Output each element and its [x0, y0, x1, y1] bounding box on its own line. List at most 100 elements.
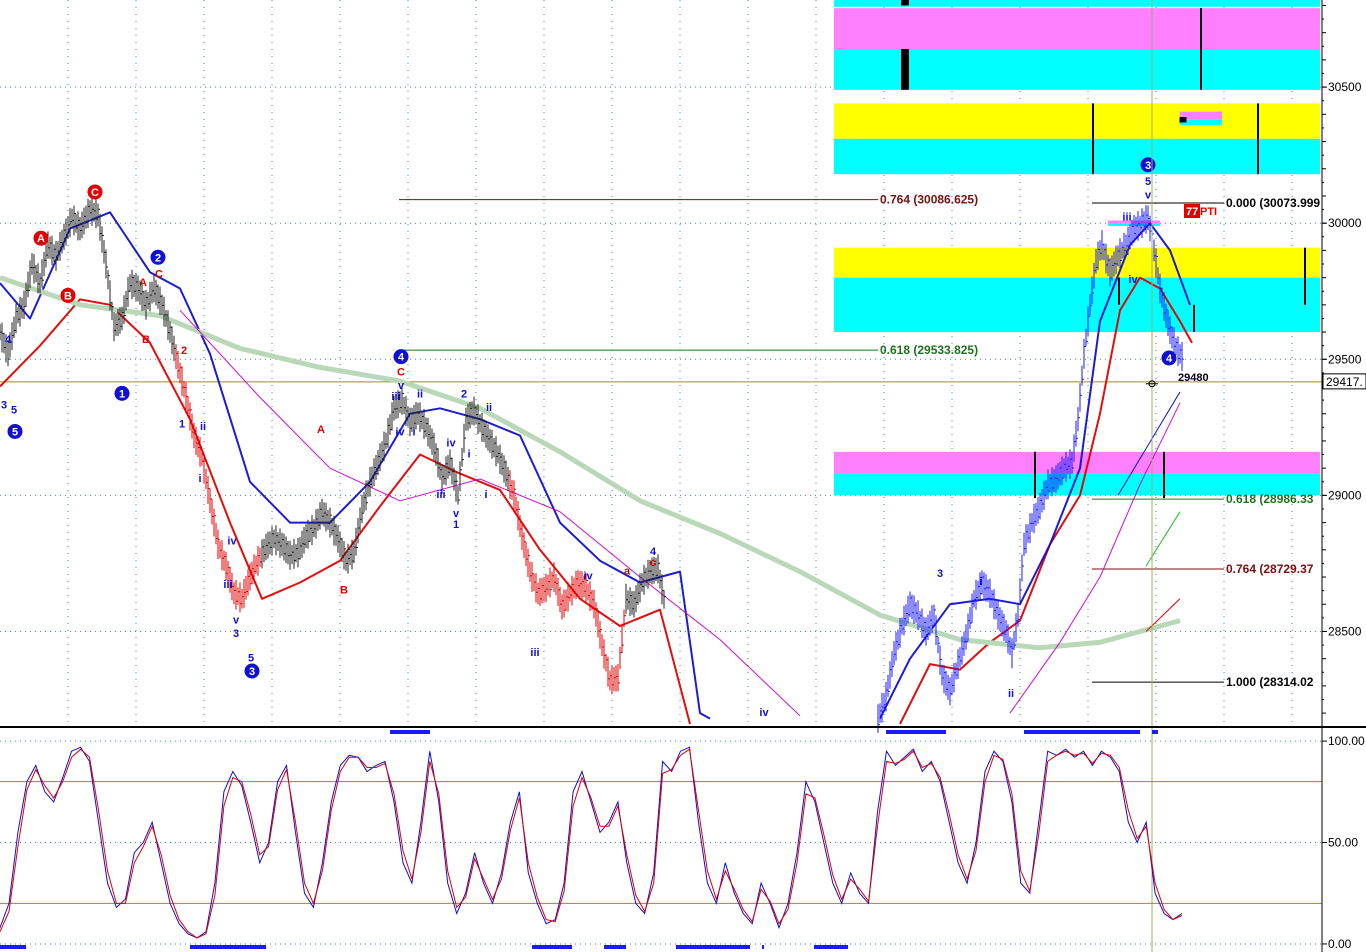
wave-label: B — [64, 290, 72, 302]
wave-label: iv — [227, 535, 237, 547]
annotation: 77 — [1186, 206, 1198, 218]
wave-label: 5 — [248, 652, 254, 664]
wave-label: B — [142, 334, 150, 346]
zone-mark — [1179, 117, 1187, 123]
price-axis-label: 30000 — [1328, 216, 1362, 230]
wave-label: 4 — [1166, 353, 1173, 365]
price-zone — [834, 138, 1320, 175]
wave-label: iv — [446, 437, 456, 449]
wave-label: 1 — [453, 519, 459, 531]
wave-label: 3 — [1145, 160, 1151, 172]
wave-label: ii — [1008, 688, 1014, 700]
fib-label: 0.618 (29533.825) — [880, 343, 978, 357]
price-y-axis[interactable]: 30500 30000 29500 29000 28500 29417. — [1322, 0, 1366, 724]
current-value-label: 29417. — [1326, 375, 1363, 389]
price-zone — [834, 103, 1320, 139]
wave-label: i — [467, 448, 470, 460]
marker-segment — [532, 945, 572, 949]
wave-label: v — [233, 614, 240, 626]
oscillator-panel[interactable]: 100.00 50.00 0.00 — [0, 734, 1365, 951]
wave-label: iii — [530, 647, 539, 659]
wave-label: i — [198, 473, 201, 485]
wave-label: c — [650, 557, 656, 569]
marker-segment — [814, 945, 848, 949]
marker-segment — [676, 945, 750, 949]
marker-segment — [190, 945, 266, 949]
wave-label: iii — [1122, 211, 1131, 223]
fib-label: 0.618 (28986.33 — [1226, 492, 1314, 506]
fib-label: 1.000 (28314.02 — [1226, 675, 1314, 689]
wave-label: 1 — [119, 388, 125, 400]
wave-label: 5 — [1145, 176, 1151, 188]
wave-label: iv — [395, 426, 405, 438]
marker-segment — [1152, 730, 1158, 734]
oscillator-line — [0, 748, 1183, 939]
oscillator-axis-label: 0.00 — [1328, 937, 1352, 951]
wave-label: i — [979, 576, 982, 588]
wave-label: a — [624, 565, 631, 577]
wave-label: A — [37, 233, 45, 245]
price-zone — [834, 8, 1320, 49]
wave-label: iv — [759, 707, 769, 719]
zone-mark — [901, 0, 909, 6]
bottom-markers — [0, 730, 1158, 949]
wave-label: 1 — [179, 418, 185, 430]
fib-label: 0.000 (30073.999 — [1226, 196, 1320, 210]
wave-label: 3 — [233, 628, 239, 640]
wave-label: A — [317, 424, 325, 436]
zone-mark — [901, 48, 909, 90]
marker-segment — [390, 730, 430, 734]
wave-label: ii — [486, 402, 492, 414]
wave-label: C — [397, 367, 405, 379]
marker-segment — [762, 945, 764, 949]
oscillator-axis-label: 100.00 — [1328, 734, 1365, 748]
wave-label: 5 — [12, 426, 18, 438]
price-axis-label: 28500 — [1328, 624, 1362, 638]
wave-label: C — [155, 269, 163, 281]
fib-label: 0.764 (30086.625) — [880, 193, 978, 207]
wave-label: i — [412, 426, 415, 438]
zone-mark — [1034, 451, 1036, 499]
zone-mark — [1118, 277, 1120, 305]
annotation: 29480 — [1178, 372, 1209, 384]
marker-segment — [0, 945, 26, 949]
oscillator-series — [0, 746, 1183, 939]
wave-label: ii — [200, 421, 206, 433]
wave-label: iii — [436, 489, 445, 501]
marker-segment — [1024, 730, 1140, 734]
marker-segment — [886, 730, 946, 734]
wave-label: A — [139, 277, 147, 289]
price-zone — [834, 277, 1320, 333]
fib-label: 0.764 (28729.37 — [1226, 562, 1314, 576]
price-zone — [834, 247, 1320, 278]
chart-canvas[interactable]: 0.764 (30086.625) 0.618 (29533.825) 0.000 … — [0, 0, 1366, 952]
wave-label: 2 — [461, 388, 467, 400]
wave-label: 5 — [11, 405, 17, 417]
wave-label: B — [340, 584, 348, 596]
wave-label: 3 — [249, 666, 255, 678]
wave-label: 2 — [155, 252, 161, 264]
wave-label: 3 — [937, 568, 943, 580]
oscillator-axis-label: 50.00 — [1328, 836, 1358, 850]
wave-label: ii — [417, 388, 423, 400]
wave-label: 4 — [5, 334, 12, 346]
zone-mark — [1304, 247, 1306, 305]
oscillator-y-axis[interactable]: 100.00 50.00 0.00 — [1322, 734, 1365, 951]
price-axis-label: 29000 — [1328, 488, 1362, 502]
price-panel[interactable]: 0.764 (30086.625) 0.618 (29533.825) 0.000 … — [0, 0, 1366, 952]
wave-label: 4 — [398, 352, 405, 364]
price-axis-label: 30500 — [1328, 80, 1362, 94]
zone-mark — [1163, 451, 1165, 499]
annotation: PTI — [1200, 206, 1217, 218]
zone-mark — [1257, 103, 1259, 175]
oscillator-line — [0, 746, 1183, 939]
zone-mark — [1092, 103, 1094, 175]
wave-label: v — [1145, 190, 1152, 202]
zone-mark — [1193, 304, 1195, 333]
wave-label: iv — [1128, 274, 1138, 286]
wave-label: iii — [223, 579, 232, 591]
zone-mark — [1200, 8, 1202, 90]
wave-label: i — [484, 489, 487, 501]
wave-label: 3 — [1, 399, 7, 411]
price-axis-label: 29500 — [1328, 352, 1362, 366]
